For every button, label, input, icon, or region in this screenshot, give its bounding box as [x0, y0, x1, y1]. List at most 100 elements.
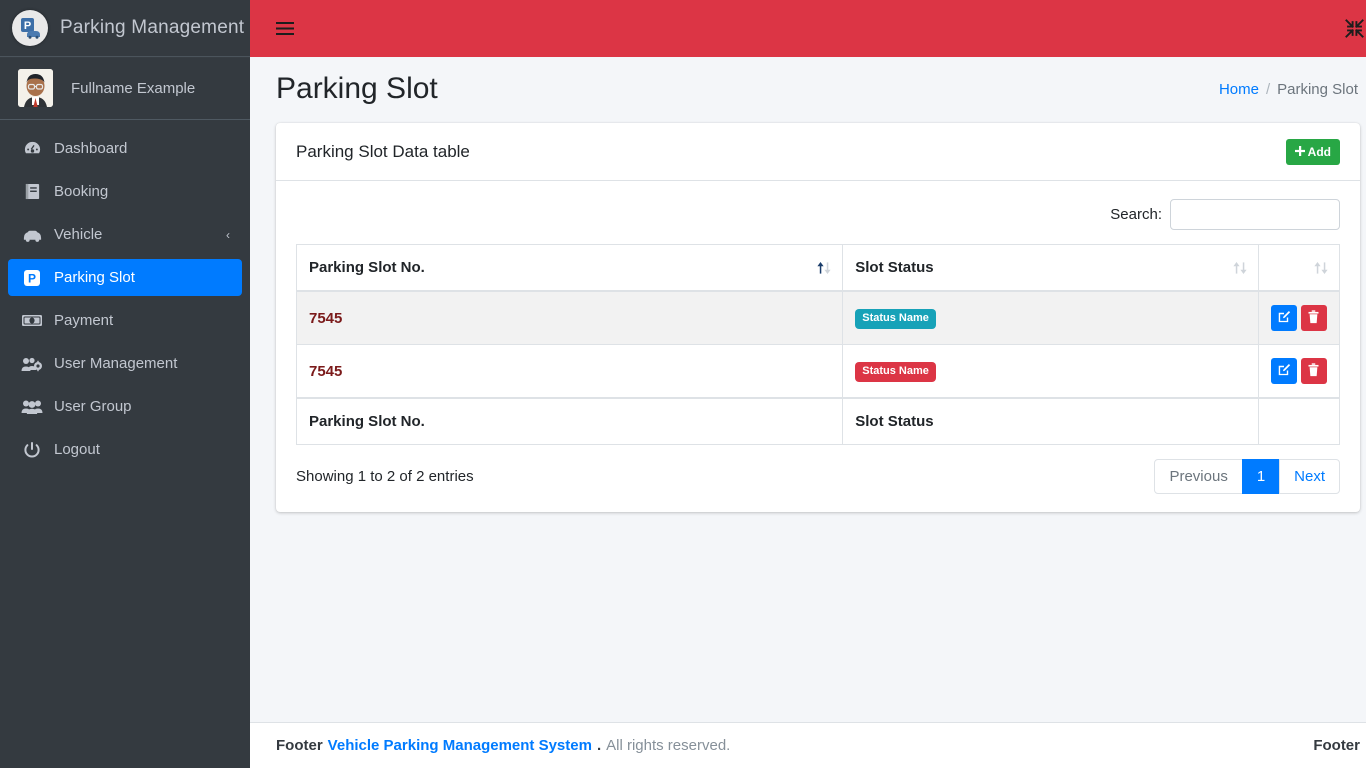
sidebar-item-label: Payment — [54, 312, 114, 329]
breadcrumb-current: Parking Slot — [1277, 80, 1358, 98]
sidebar-item-booking[interactable]: Booking — [8, 173, 242, 210]
search-input[interactable] — [1170, 199, 1340, 230]
sidebar-item-logout[interactable]: Logout — [8, 431, 242, 468]
footer-label: Footer — [276, 737, 323, 754]
cell-slot-status: Status Name — [842, 344, 1259, 399]
sidebar-item-label: Booking — [54, 183, 109, 200]
brand-title: Parking Management — [60, 17, 245, 38]
breadcrumb-home-link[interactable]: Home — [1219, 81, 1259, 98]
cell-actions — [1257, 344, 1341, 399]
delete-button[interactable] — [1300, 358, 1327, 384]
power-off-icon — [20, 440, 44, 460]
search-row: Search: — [296, 195, 1340, 244]
edit-button[interactable] — [1270, 305, 1297, 331]
edit-button[interactable] — [1270, 358, 1297, 384]
sort-none-icon — [1232, 261, 1248, 275]
user-panel[interactable]: Fullname Example — [0, 57, 250, 120]
table-footer: Showing 1 to 2 of 2 entries Previous 1 N… — [296, 445, 1340, 500]
card-body: Search: Parking Slot No. Slot Status 754… — [276, 181, 1360, 512]
table-head: Parking Slot No. Slot Status — [295, 244, 1341, 292]
content-wrapper: Parking Slot Home / Parking Slot Parking… — [250, 0, 1366, 768]
page-title: Parking Slot — [276, 72, 438, 105]
content-header: Parking Slot Home / Parking Slot — [250, 57, 1366, 115]
brand-header[interactable]: P Parking Management — [0, 0, 250, 57]
footer-column-slot-status: Slot Status — [842, 397, 1259, 445]
card-header: Parking Slot Data table Add — [276, 123, 1360, 181]
parking-slot-table: Parking Slot No. Slot Status 7545 Status… — [295, 244, 1341, 445]
edit-pencil-square-icon — [1277, 363, 1291, 380]
column-header-actions[interactable] — [1257, 244, 1341, 292]
sidebar-item-user-management[interactable]: User Management — [8, 345, 242, 382]
parking-p-icon: P — [20, 268, 44, 288]
car-icon — [20, 225, 44, 245]
cell-actions — [1257, 290, 1341, 345]
column-header-label: Parking Slot No. — [309, 259, 425, 276]
page-footer: Footer Vehicle Parking Management System… — [250, 722, 1366, 768]
parking-slot-card: Parking Slot Data table Add Search: Park… — [276, 123, 1360, 512]
column-header-parking-slot-no[interactable]: Parking Slot No. — [295, 244, 844, 292]
compress-arrows-icon[interactable] — [1345, 19, 1364, 38]
svg-text:P: P — [24, 20, 31, 32]
sidebar-item-label: User Management — [54, 355, 178, 372]
pagination-page-1-button[interactable]: 1 — [1241, 459, 1281, 494]
card-title: Parking Slot Data table — [296, 141, 470, 161]
money-bill-icon — [20, 311, 44, 331]
footer-column-parking-slot-no: Parking Slot No. — [295, 397, 844, 445]
sidebar-nav: Dashboard Booking Vehicle ‹ P Parking Sl… — [0, 120, 250, 474]
sidebar-item-label: Parking Slot — [54, 269, 135, 286]
column-header-slot-status[interactable]: Slot Status — [842, 244, 1259, 292]
pagination-previous-button[interactable]: Previous — [1154, 459, 1243, 494]
book-icon — [20, 182, 44, 202]
pagination: Previous 1 Next — [1154, 459, 1340, 494]
status-badge: Status Name — [855, 361, 936, 382]
sidebar-item-label: Vehicle — [54, 226, 103, 243]
cell-parking-slot-no: 7545 — [295, 344, 844, 399]
sidebar-item-label: User Group — [54, 398, 132, 415]
slot-no-value: 7545 — [309, 362, 343, 380]
status-badge: Status Name — [855, 308, 936, 329]
sidebar-item-user-group[interactable]: User Group — [8, 388, 242, 425]
users-icon — [20, 397, 44, 417]
footer-left: Footer Vehicle Parking Management System… — [276, 737, 730, 754]
footer-column-actions — [1257, 397, 1341, 445]
content-body: Parking Slot Data table Add Search: Park… — [250, 115, 1366, 768]
cell-parking-slot-no: 7545 — [295, 290, 844, 345]
table-footer-row: Parking Slot No. Slot Status — [295, 397, 1341, 445]
sidebar-item-label: Logout — [54, 441, 100, 458]
hamburger-menu-icon[interactable] — [276, 21, 294, 36]
column-header-label: Slot Status — [855, 259, 934, 276]
footer-system-link[interactable]: Vehicle Parking Management System — [328, 737, 592, 754]
plus-icon — [1294, 145, 1305, 159]
sidebar: P Parking Management Fullname Example Da… — [0, 0, 250, 768]
add-button[interactable]: Add — [1285, 138, 1340, 165]
table-row: 7545 Status Name — [295, 344, 1341, 399]
add-button-label: Add — [1307, 144, 1331, 159]
svg-text:P: P — [28, 271, 36, 285]
user-name: Fullname Example — [71, 79, 196, 97]
parking-car-logo-icon: P — [12, 10, 48, 46]
table-body: 7545 Status Name 7545 Status Name — [295, 290, 1341, 399]
table-foot: Parking Slot No. Slot Status — [295, 397, 1341, 445]
sidebar-item-label: Dashboard — [54, 140, 128, 157]
table-row: 7545 Status Name — [295, 290, 1341, 345]
sidebar-item-payment[interactable]: Payment — [8, 302, 242, 339]
sidebar-item-dashboard[interactable]: Dashboard — [8, 130, 242, 167]
table-info: Showing 1 to 2 of 2 entries — [296, 468, 474, 485]
tachometer-icon — [20, 139, 44, 159]
footer-dot: . — [596, 737, 602, 754]
edit-pencil-square-icon — [1277, 310, 1291, 327]
sidebar-item-parking-slot[interactable]: P Parking Slot — [8, 259, 242, 296]
avatar — [18, 69, 53, 107]
action-buttons — [1270, 358, 1327, 384]
sidebar-item-vehicle[interactable]: Vehicle ‹ — [8, 216, 242, 253]
trash-icon — [1307, 362, 1320, 380]
sort-none-icon — [1313, 261, 1329, 275]
delete-button[interactable] — [1300, 305, 1327, 331]
cell-slot-status: Status Name — [842, 290, 1259, 345]
breadcrumb-separator: / — [1265, 80, 1271, 98]
trash-icon — [1307, 309, 1320, 327]
pagination-next-button[interactable]: Next — [1279, 459, 1340, 494]
footer-right-label: Footer — [1313, 737, 1360, 754]
action-buttons — [1270, 305, 1327, 331]
table-header-row: Parking Slot No. Slot Status — [295, 244, 1341, 292]
